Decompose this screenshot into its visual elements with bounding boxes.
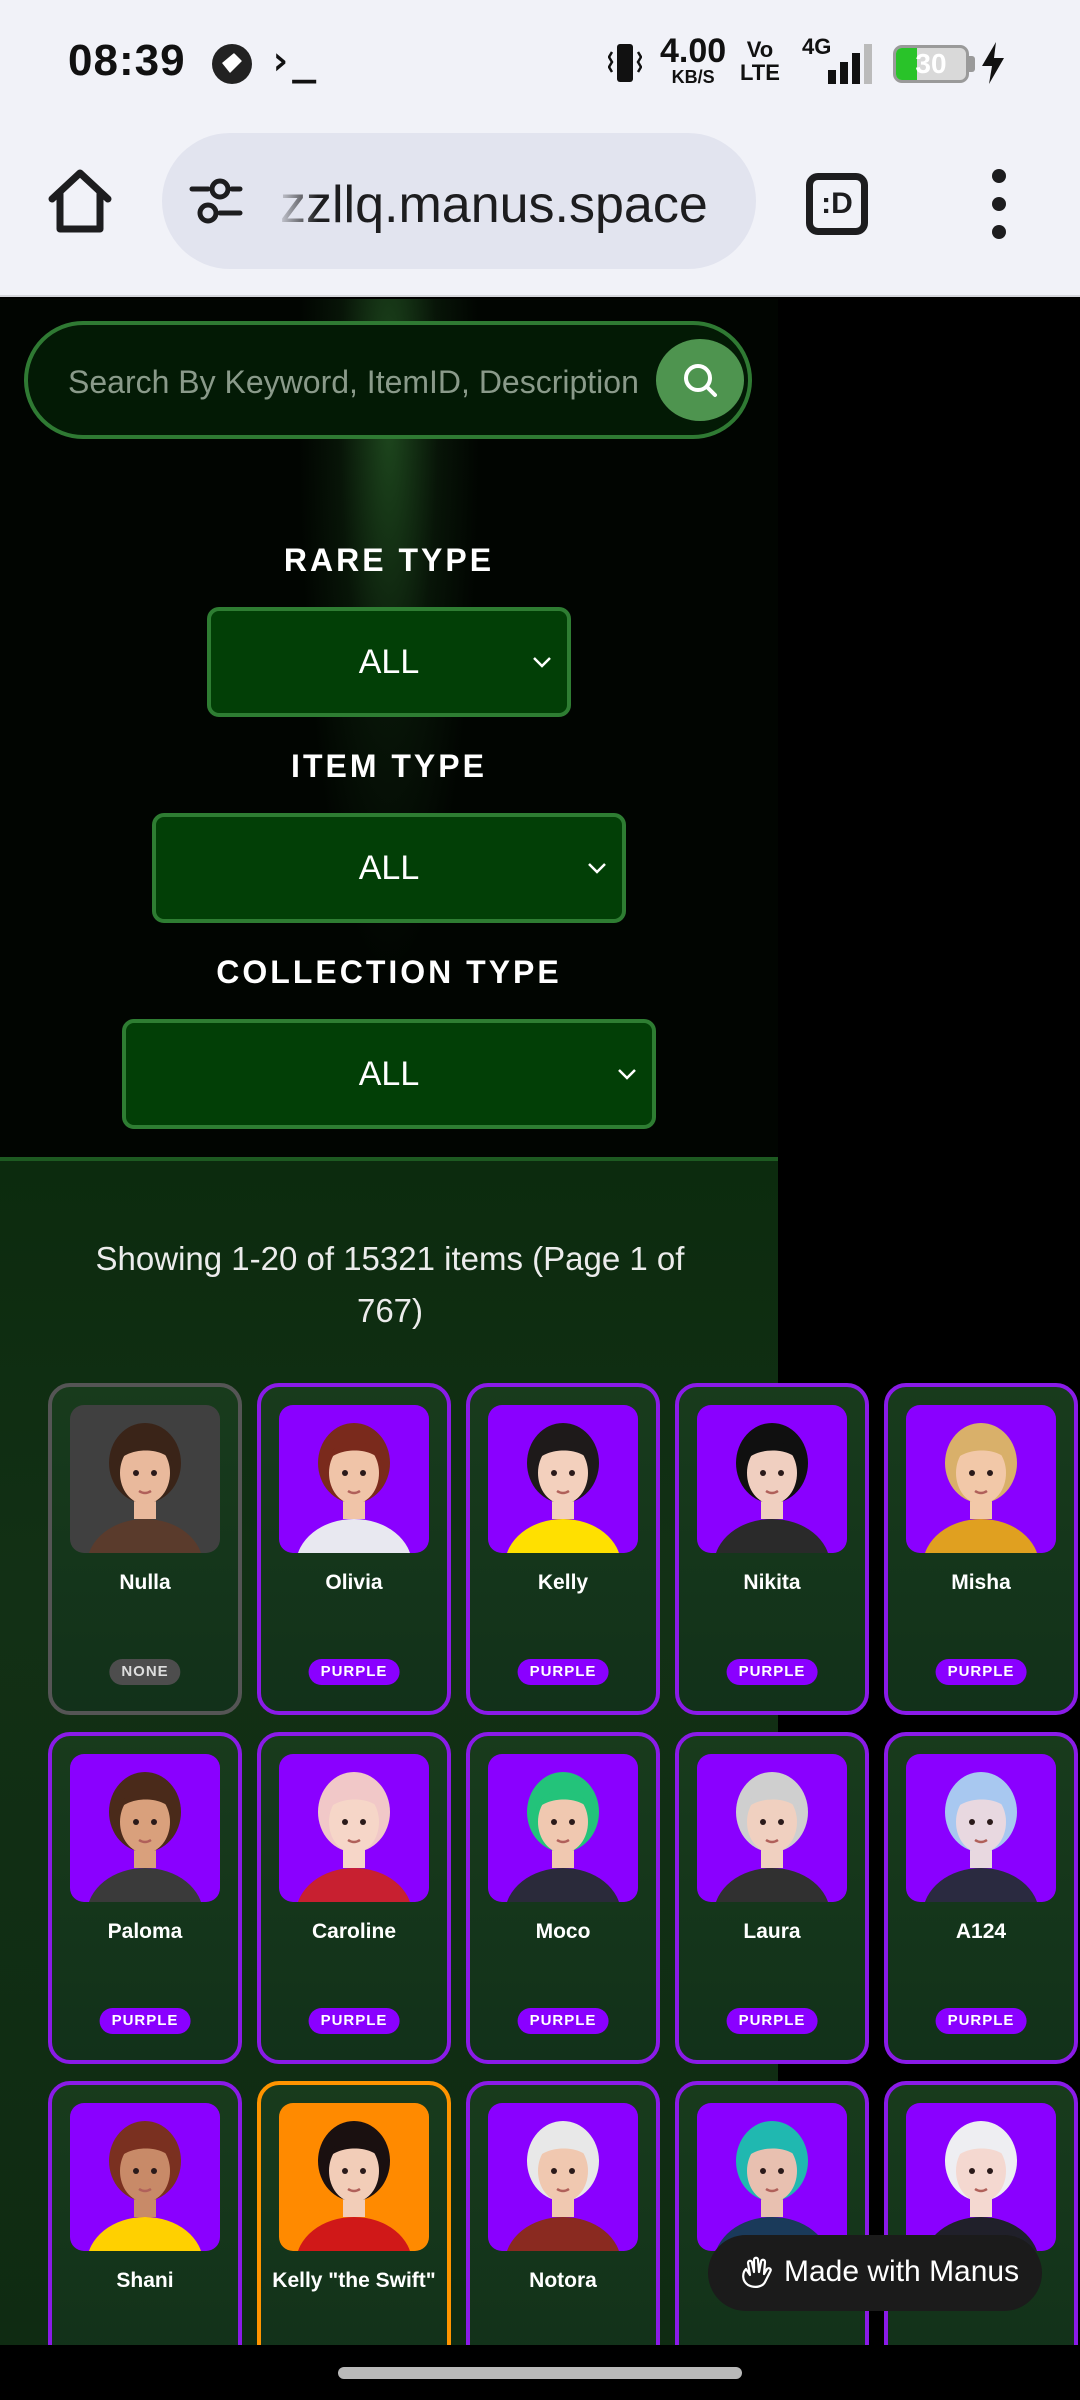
item-thumbnail	[70, 1405, 220, 1553]
rarity-badge: NONE	[109, 1659, 181, 1685]
item-thumbnail	[488, 1754, 638, 1902]
character-avatar	[89, 1772, 201, 1902]
rarity-badge: PURPLE	[308, 2008, 400, 2034]
rarity-badge: PURPLE	[517, 2008, 609, 2034]
item-name: Misha	[951, 1571, 1011, 1594]
item-thumbnail	[697, 2103, 847, 2251]
item-thumbnail	[488, 2103, 638, 2251]
gesture-handle[interactable]	[338, 2367, 742, 2379]
item-thumbnail	[488, 1405, 638, 1553]
item-card[interactable]: Moco PURPLE	[466, 1732, 660, 2064]
rarity-badge: PURPLE	[726, 1659, 818, 1685]
item-grid: Nulla NONE Olivia PURPLE Kelly PURPLE Nikita PU…	[0, 0, 1080, 2345]
item-thumbnail	[697, 1405, 847, 1553]
item-card[interactable]: Paloma PURPLE	[48, 1732, 242, 2064]
item-name: Caroline	[311, 1920, 397, 1943]
rarity-badge: PURPLE	[726, 2008, 818, 2034]
rarity-badge: PURPLE	[935, 2008, 1027, 2034]
character-avatar	[507, 1772, 619, 1902]
item-card[interactable]: Caroline PURPLE	[257, 1732, 451, 2064]
item-thumbnail	[279, 1405, 429, 1553]
item-card[interactable]: ShaniPURPLE	[48, 2081, 242, 2345]
rarity-badge: PURPLE	[99, 2008, 191, 2034]
character-avatar	[89, 2121, 201, 2251]
character-avatar	[298, 1772, 410, 1902]
item-name: Notora	[529, 2269, 597, 2292]
item-name: Moco	[535, 1920, 591, 1943]
item-card[interactable]: Misha PURPLE	[884, 1383, 1078, 1715]
character-avatar	[298, 2121, 410, 2251]
character-avatar	[507, 2121, 619, 2251]
screen: 08:39 ›_ 4.00 KB/S Vo LTE 4G 30 zzllq.ma…	[0, 0, 1080, 2400]
item-card[interactable]: Nulla NONE	[48, 1383, 242, 1715]
item-name: Shani	[116, 2269, 174, 2292]
character-avatar	[925, 2121, 1037, 2251]
item-name: Paloma	[107, 1920, 183, 1943]
item-card[interactable]: Kelly PURPLE	[466, 1383, 660, 1715]
rarity-badge: PURPLE	[517, 1659, 609, 1685]
character-avatar	[89, 1423, 201, 1553]
item-card[interactable]: A124 PURPLE	[884, 1732, 1078, 2064]
item-thumbnail	[906, 1405, 1056, 1553]
character-avatar	[925, 1772, 1037, 1902]
item-name: Nulla	[119, 1571, 171, 1594]
item-name: Laura	[743, 1920, 801, 1943]
manus-hand-icon	[742, 2256, 772, 2288]
item-card[interactable]: Nikita PURPLE	[675, 1383, 869, 1715]
item-name: Olivia	[325, 1571, 383, 1594]
item-thumbnail	[906, 2103, 1056, 2251]
character-avatar	[298, 1423, 410, 1553]
item-name: Nikita	[743, 1571, 801, 1594]
character-avatar	[925, 1423, 1037, 1553]
item-thumbnail	[279, 1754, 429, 1902]
made-with-manus-badge[interactable]: Made with Manus	[708, 2235, 1042, 2311]
item-name: A124	[955, 1920, 1007, 1943]
item-thumbnail	[279, 2103, 429, 2251]
item-card[interactable]: Kelly "the Swift"PURPLE	[257, 2081, 451, 2345]
item-name: Kelly	[537, 1571, 589, 1594]
rarity-badge: PURPLE	[935, 1659, 1027, 1685]
item-thumbnail	[70, 1754, 220, 1902]
system-nav-bar	[0, 2345, 1080, 2400]
item-thumbnail	[697, 1754, 847, 1902]
item-card[interactable]: NotoraPURPLE	[466, 2081, 660, 2345]
item-card[interactable]: Laura PURPLE	[675, 1732, 869, 2064]
character-avatar	[716, 1772, 828, 1902]
rarity-badge: PURPLE	[308, 1659, 400, 1685]
character-avatar	[507, 1423, 619, 1553]
character-avatar	[716, 2121, 828, 2251]
item-name: Kelly "the Swift"	[272, 2269, 436, 2292]
item-thumbnail	[906, 1754, 1056, 1902]
item-thumbnail	[70, 2103, 220, 2251]
character-avatar	[716, 1423, 828, 1553]
item-card[interactable]: Olivia PURPLE	[257, 1383, 451, 1715]
